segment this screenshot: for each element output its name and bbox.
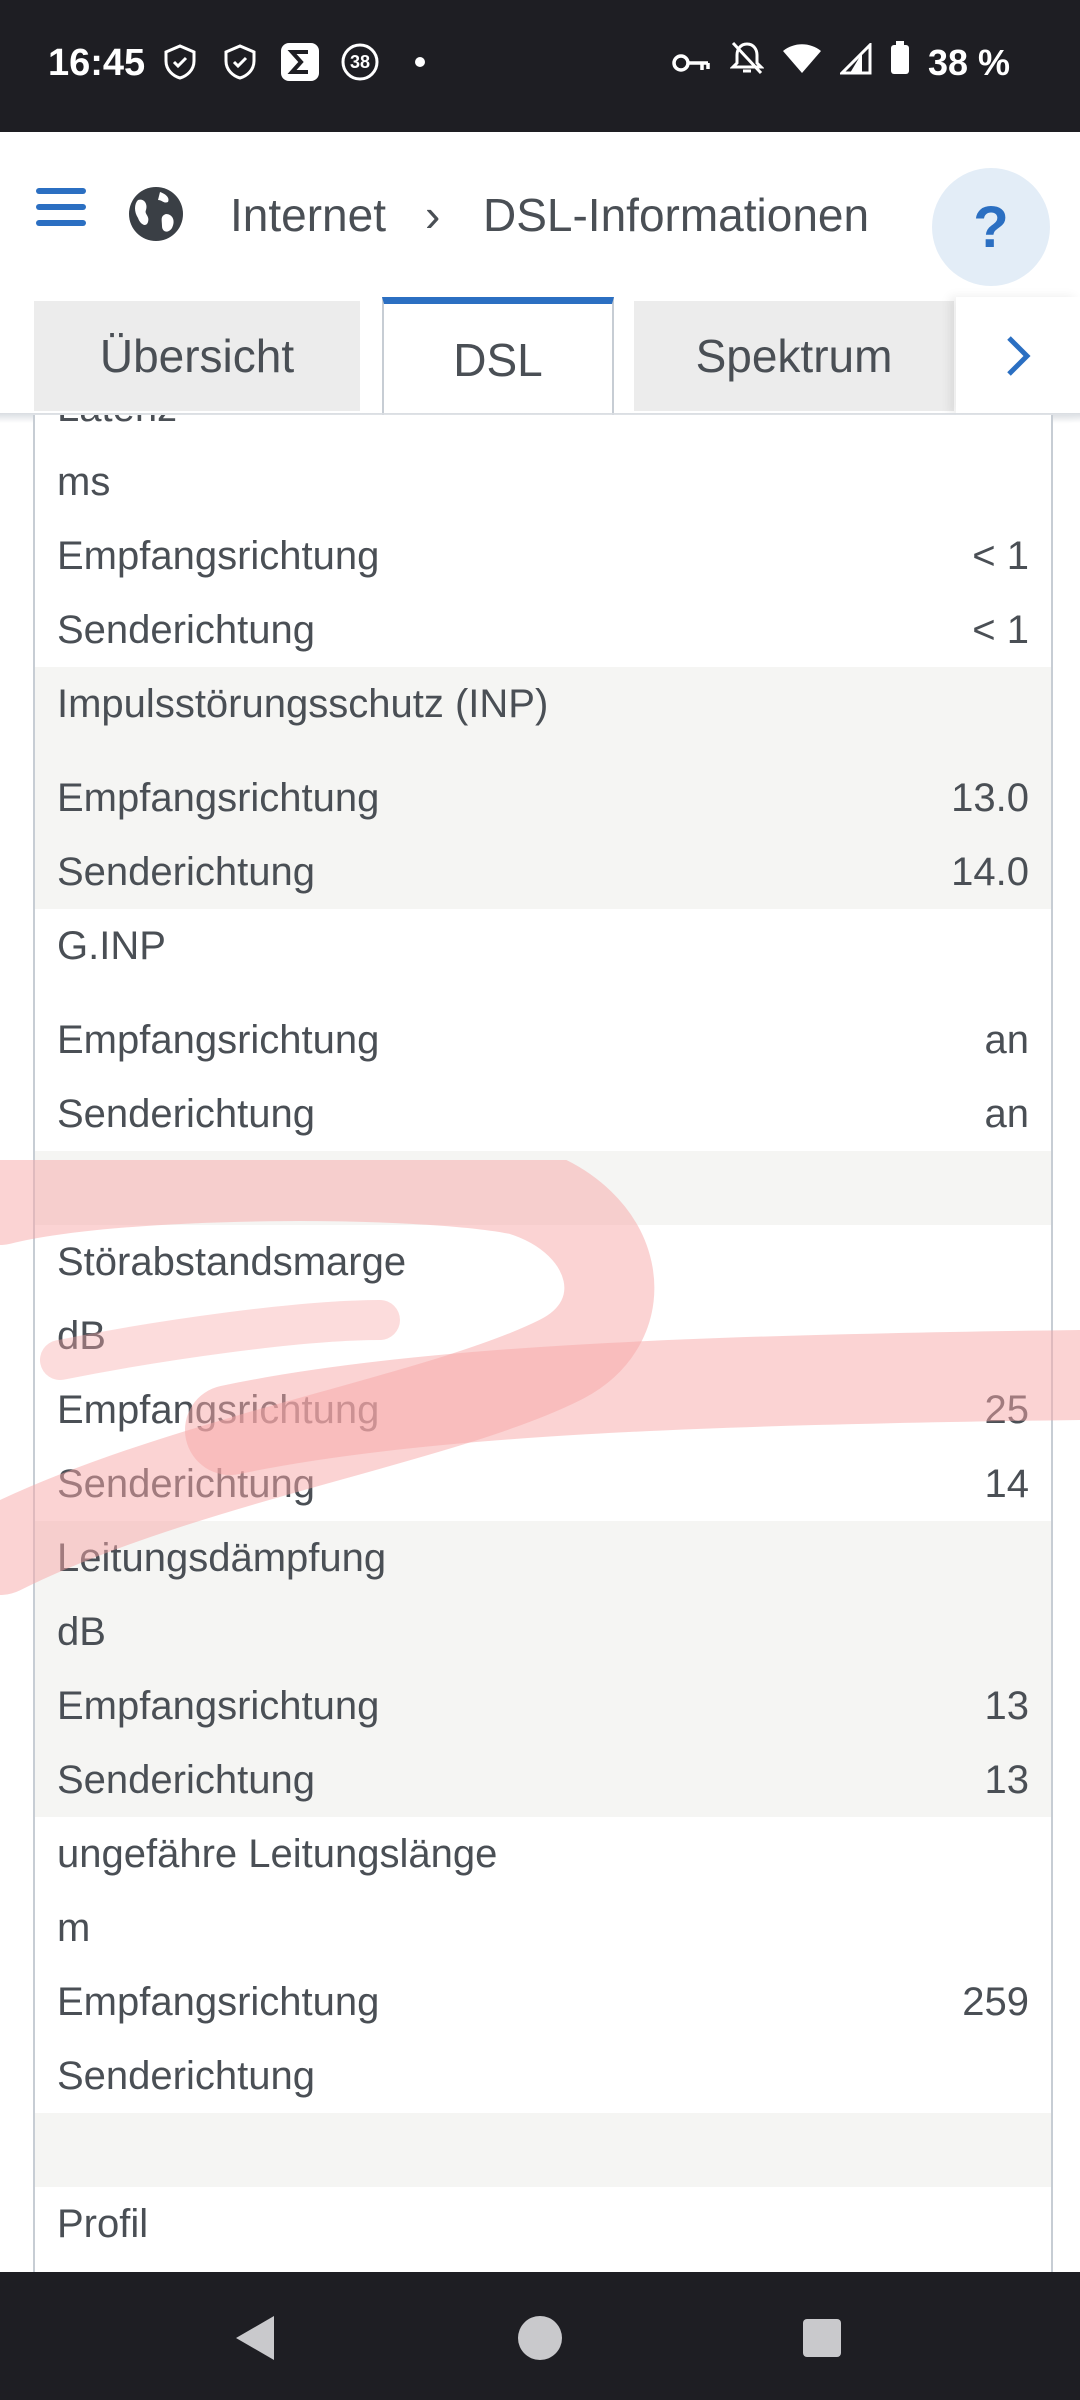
table-row: Impulsstörungsschutz (INP) bbox=[35, 667, 1051, 741]
chevron-right-icon: › bbox=[425, 189, 441, 241]
row-label: Empfangsrichtung bbox=[57, 1979, 380, 2024]
row-value: 13 bbox=[984, 1683, 1030, 1728]
table-row: Empfangsrichtung 13.0 bbox=[35, 761, 1051, 835]
table-row: Senderichtung 14 bbox=[35, 1447, 1051, 1521]
row-value: 13.0 bbox=[951, 775, 1029, 820]
chevron-right-icon bbox=[1007, 336, 1031, 376]
back-icon bbox=[236, 2316, 274, 2360]
table-row: ungefähre Leitungslänge bbox=[35, 1817, 1051, 1891]
row-label: G.INP bbox=[57, 923, 166, 968]
globe-icon bbox=[126, 184, 186, 244]
table-row: Störabstandsmarge bbox=[35, 1225, 1051, 1299]
row-label: Empfangsrichtung bbox=[57, 775, 380, 820]
table-row bbox=[35, 1151, 1051, 1225]
row-value: < 1 bbox=[972, 533, 1029, 578]
table-row: Empfangsrichtung 25 bbox=[35, 1373, 1051, 1447]
row-label: ungefähre Leitungslänge bbox=[57, 1831, 498, 1876]
menu-button[interactable] bbox=[36, 188, 86, 228]
table-row: Leitungsdämpfung bbox=[35, 1521, 1051, 1595]
row-label: dB bbox=[57, 1313, 106, 1358]
table-row: G.INP bbox=[35, 909, 1051, 983]
dot-icon bbox=[400, 42, 440, 82]
row-value: < 1 bbox=[972, 607, 1029, 652]
tab-uebersicht[interactable]: Übersicht bbox=[34, 301, 360, 411]
row-value: 13 bbox=[984, 1757, 1030, 1802]
table-row: dB bbox=[35, 1595, 1051, 1669]
table-row: Empfangsrichtung an bbox=[35, 1003, 1051, 1077]
row-label: Empfangsrichtung bbox=[57, 1017, 380, 1062]
table-row: Senderichtung 14.0 bbox=[35, 835, 1051, 909]
row-label: Impulsstörungsschutz (INP) bbox=[57, 681, 549, 726]
dsl-details-table: Latenz ms Empfangsrichtung < 1 Sendericht… bbox=[33, 415, 1053, 2272]
row-label: Senderichtung bbox=[57, 1091, 315, 1136]
row-label: Senderichtung bbox=[57, 1757, 315, 1802]
page-title: DSL-Informationen bbox=[483, 189, 870, 241]
table-row: m bbox=[35, 1891, 1051, 1965]
row-label: Senderichtung bbox=[57, 849, 315, 894]
status-time: 16:45 bbox=[48, 42, 146, 84]
row-label: Störabstandsmarge bbox=[57, 1239, 407, 1284]
row-value: 25 bbox=[984, 1387, 1030, 1432]
signal-icon bbox=[838, 40, 872, 84]
shield-icon bbox=[220, 42, 260, 82]
sigma-icon bbox=[280, 42, 320, 82]
tab-spektrum[interactable]: Spektrum bbox=[634, 301, 954, 411]
home-button[interactable] bbox=[510, 2308, 570, 2368]
battery-level: 38 % bbox=[927, 41, 1010, 83]
back-button[interactable] bbox=[226, 2308, 286, 2368]
breadcrumb-internet[interactable]: Internet bbox=[230, 188, 386, 242]
row-value: an bbox=[984, 1091, 1030, 1136]
tab-bar: Übersicht DSL Spektrum bbox=[0, 297, 1080, 415]
table-row bbox=[35, 983, 1051, 1003]
row-label: Leitungsdämpfung bbox=[57, 1535, 387, 1580]
row-label: Empfangsrichtung bbox=[57, 1683, 380, 1728]
row-label: dB bbox=[57, 1609, 106, 1654]
row-label: m bbox=[57, 1905, 91, 1950]
recents-button[interactable] bbox=[792, 2308, 852, 2368]
table-row bbox=[35, 741, 1051, 761]
home-icon bbox=[518, 2316, 562, 2360]
table-row: Senderichtung < 1 bbox=[35, 593, 1051, 667]
wifi-icon bbox=[782, 42, 822, 84]
menu-icon bbox=[36, 188, 86, 194]
recents-icon bbox=[803, 2319, 841, 2357]
notification-count: 38 bbox=[349, 51, 371, 72]
table-row: dB bbox=[35, 1299, 1051, 1373]
tab-dsl[interactable]: DSL bbox=[382, 297, 614, 415]
shield-icon bbox=[160, 42, 200, 82]
status-bar: 16:45 38 38 % bbox=[0, 0, 1080, 132]
row-label: Empfangsrichtung bbox=[57, 533, 380, 578]
table-row: Empfangsrichtung < 1 bbox=[35, 519, 1051, 593]
row-value: 259 bbox=[962, 1979, 1029, 2024]
table-row: Empfangsrichtung 13 bbox=[35, 1669, 1051, 1743]
row-label: Empfangsrichtung bbox=[57, 1387, 380, 1432]
table-row: Latenz bbox=[35, 415, 1051, 445]
table-row: ms bbox=[35, 445, 1051, 519]
system-icons: 38 % bbox=[672, 40, 1010, 85]
navigation-bar bbox=[0, 2272, 1080, 2400]
row-value: 14 bbox=[984, 1461, 1030, 1506]
table-row bbox=[35, 2113, 1051, 2187]
row-value: 14.0 bbox=[951, 849, 1029, 894]
tabs-next-button[interactable] bbox=[956, 297, 1080, 415]
battery-icon bbox=[890, 41, 910, 84]
row-label: Latenz bbox=[57, 415, 177, 431]
key-icon bbox=[672, 42, 712, 84]
badge-icon: 38 bbox=[340, 42, 380, 82]
app-bar: Internet › DSL-Informationen ? bbox=[0, 132, 1080, 297]
row-label: Senderichtung bbox=[57, 607, 315, 652]
row-label: Profil bbox=[57, 2201, 149, 2246]
row-label: ms bbox=[57, 459, 111, 504]
table-row: Senderichtung 13 bbox=[35, 1743, 1051, 1817]
row-value: an bbox=[984, 1017, 1030, 1062]
table-row: Senderichtung bbox=[35, 2039, 1051, 2113]
help-button[interactable]: ? bbox=[932, 168, 1050, 286]
table-row: Empfangsrichtung 259 bbox=[35, 1965, 1051, 2039]
table-row: Profil bbox=[35, 2187, 1051, 2261]
row-label: Senderichtung bbox=[57, 2053, 315, 2098]
bell-off-icon bbox=[729, 40, 765, 85]
row-label: Senderichtung bbox=[57, 1461, 315, 1506]
notification-icons: 38 bbox=[160, 42, 440, 82]
table-row: Senderichtung an bbox=[35, 1077, 1051, 1151]
